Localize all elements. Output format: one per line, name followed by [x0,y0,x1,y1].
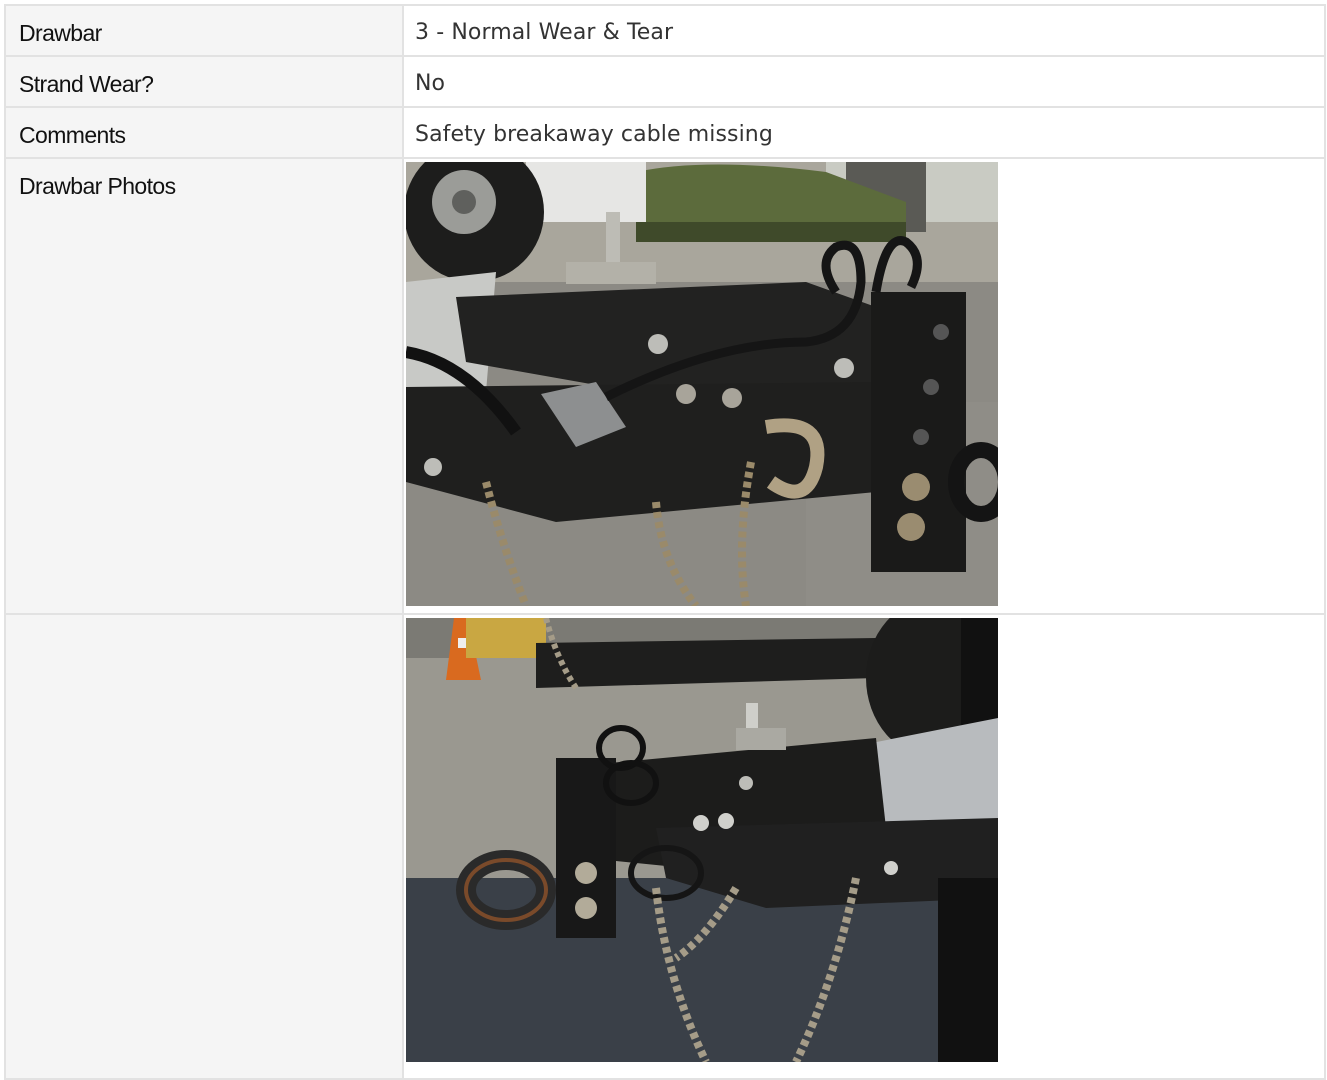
row-label: Drawbar Photos [19,173,176,199]
label-cell: Strand Wear? [4,55,404,108]
drawbar-photo-2[interactable] [406,618,998,1062]
table-row-drawbar-photos-2 [4,613,1326,1080]
label-cell [4,613,404,1080]
photo-side-view-image [406,162,998,606]
label-cell: Drawbar [4,4,404,57]
row-value: No [415,71,446,96]
photo-cell [402,613,1326,1080]
table-row-drawbar: Drawbar 3 - Normal Wear & Tear [4,4,1326,57]
value-cell: No [402,55,1326,108]
inspection-table: Drawbar 3 - Normal Wear & Tear Strand We… [4,4,1326,1080]
table-row-comments: Comments Safety breakaway cable missing [4,106,1326,159]
table-row-strand-wear: Strand Wear? No [4,55,1326,108]
row-label: Comments [19,122,126,148]
label-cell: Comments [4,106,404,159]
table-row-drawbar-photos: Drawbar Photos [4,157,1326,615]
photo-front-view-image [406,618,998,1062]
label-cell: Drawbar Photos [4,157,404,615]
row-label: Drawbar [19,20,102,46]
value-cell: 3 - Normal Wear & Tear [402,4,1326,57]
drawbar-photo-1[interactable] [406,162,998,606]
photo-cell [402,157,1326,615]
row-value: Safety breakaway cable missing [415,122,773,147]
row-label: Strand Wear? [19,71,154,97]
row-label [6,615,402,664]
value-cell: Safety breakaway cable missing [402,106,1326,159]
row-value: 3 - Normal Wear & Tear [415,20,674,45]
